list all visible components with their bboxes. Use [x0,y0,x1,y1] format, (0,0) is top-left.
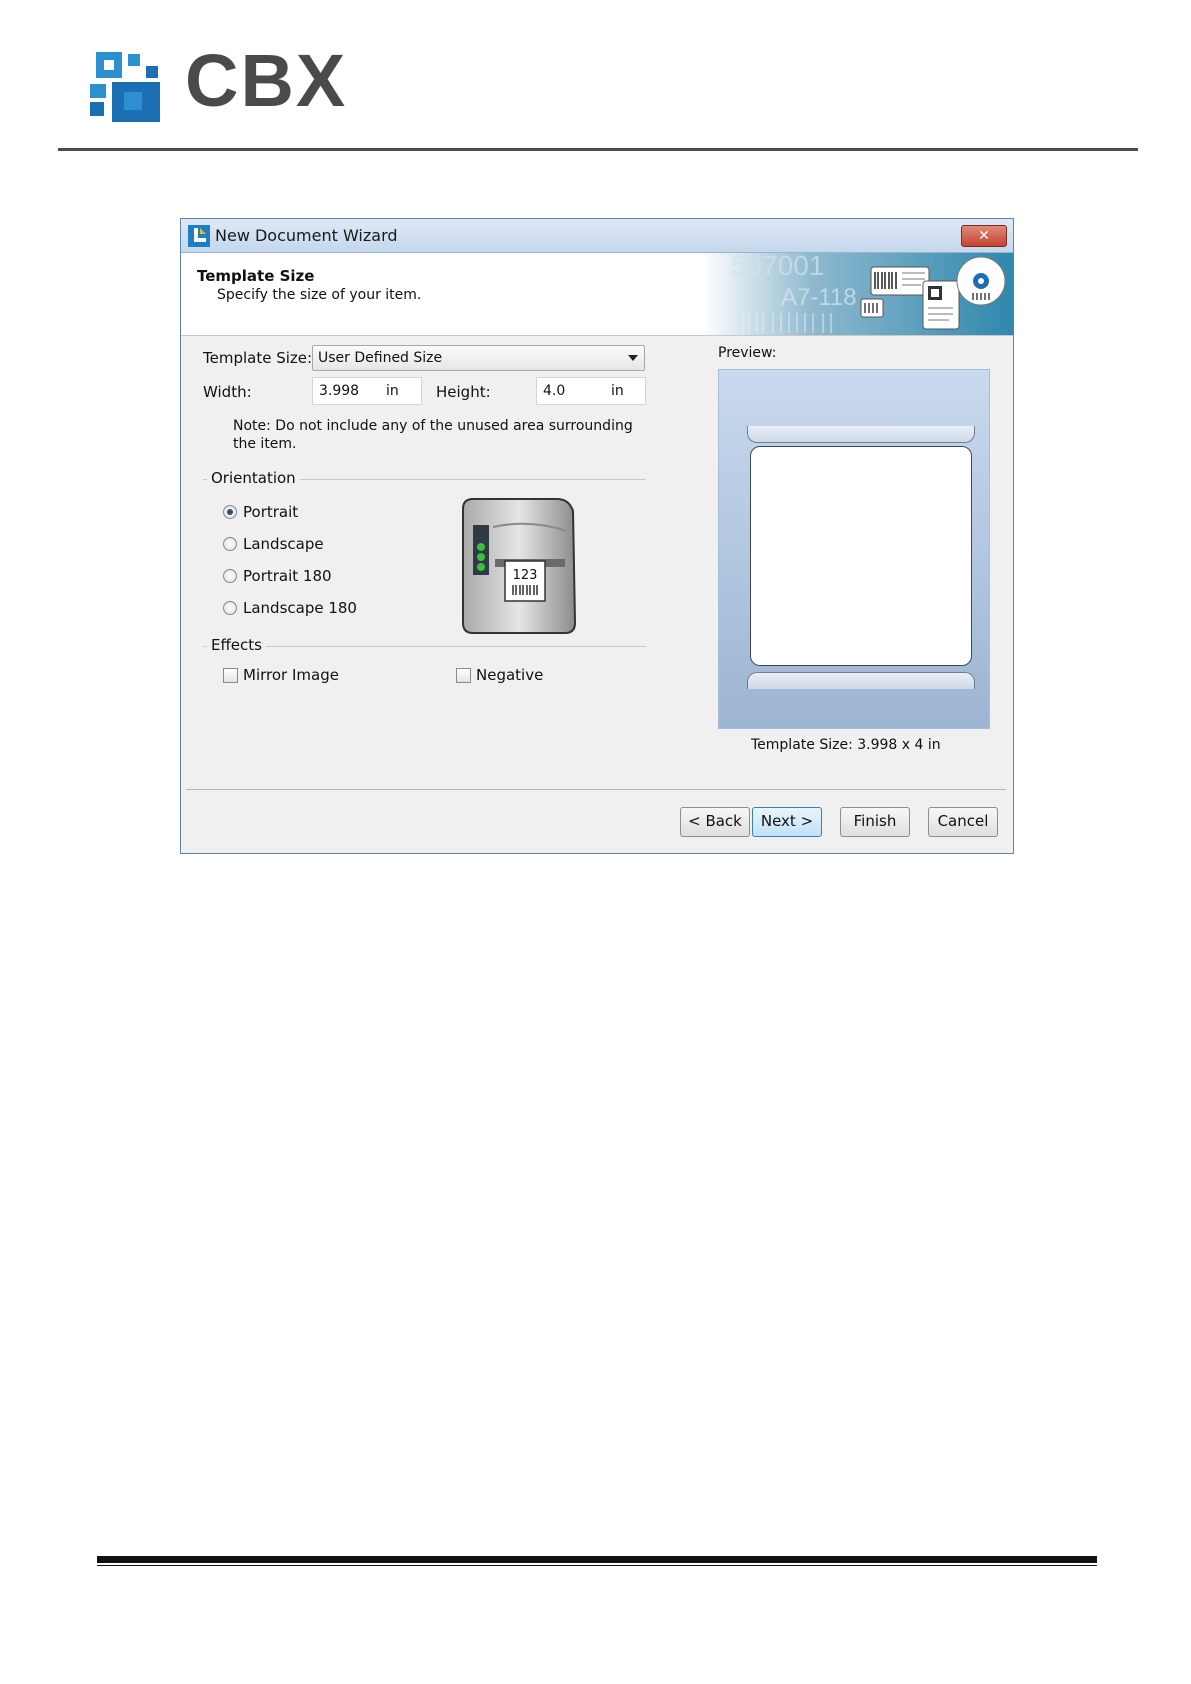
footer-rule [97,1556,1097,1563]
landscape-label[interactable]: Landscape [243,535,324,553]
landscape-radio[interactable] [223,537,237,551]
printer-label-text: 123 [513,568,538,583]
portrait-label[interactable]: Portrait [243,503,298,521]
negative-label[interactable]: Negative [476,666,543,684]
printer-icon: 123 [462,498,577,634]
negative-checkbox[interactable] [456,668,471,683]
close-icon: ✕ [978,228,990,244]
header-rule [58,148,1138,151]
window-title: New Document Wizard [215,226,398,245]
app-icon [188,225,210,247]
cbx-logo-icon [90,52,160,122]
title-bar[interactable]: New Document Wizard ✕ [181,219,1013,253]
step-title: Template Size [197,267,315,285]
effects-group-title: Effects [207,636,266,654]
landscape-180-radio[interactable] [223,601,237,615]
footer-rule-thin [97,1565,1097,1566]
close-button[interactable]: ✕ [961,225,1007,247]
landscape-180-label[interactable]: Landscape 180 [243,599,357,617]
wizard-banner: Template Size Specify the size of your i… [181,253,1013,336]
effects-group-line [203,646,646,647]
next-label-strip [747,672,975,689]
height-unit: in [611,383,624,399]
new-document-wizard-dialog: New Document Wizard ✕ Template Size Spec… [180,218,1014,854]
template-size-select[interactable]: User Defined Size [312,345,645,371]
note-line-1: Note: Do not include any of the unused a… [233,418,633,434]
previous-label-strip [747,426,975,443]
portrait-180-label[interactable]: Portrait 180 [243,567,332,585]
preview-label: Preview: [718,345,777,361]
preview-caption: Template Size: 3.998 x 4 in [751,737,941,753]
height-input[interactable]: 4.0 in [536,377,646,405]
banner-code: A7-118 [781,284,857,311]
back-button[interactable]: < Back [680,807,750,837]
note-line-2: the item. [233,436,297,452]
step-subtitle: Specify the size of your item. [217,287,422,303]
portrait-radio[interactable] [223,505,237,519]
logo-text: CBX [185,39,348,122]
finish-button[interactable]: Finish [840,807,910,837]
width-unit: in [386,383,399,399]
mirror-image-checkbox[interactable] [223,668,238,683]
label-preview [750,446,972,666]
labels-banner-art-icon: 597001 A7-118 [703,253,1013,335]
height-value: 4.0 [543,383,566,399]
preview-panel [718,369,990,729]
next-button[interactable]: Next > [752,807,822,837]
height-label: Height: [436,383,491,401]
portrait-180-radio[interactable] [223,569,237,583]
orientation-group-title: Orientation [207,469,300,487]
chevron-down-icon [628,355,638,361]
mirror-image-label[interactable]: Mirror Image [243,666,339,684]
width-label: Width: [203,383,252,401]
banner-number: 597001 [731,253,824,281]
footer-separator [186,789,1006,790]
width-value: 3.998 [319,383,360,399]
template-size-value: User Defined Size [318,350,443,366]
width-input[interactable]: 3.998 in [312,377,422,405]
template-size-label: Template Size: [203,349,313,367]
cancel-button[interactable]: Cancel [928,807,998,837]
